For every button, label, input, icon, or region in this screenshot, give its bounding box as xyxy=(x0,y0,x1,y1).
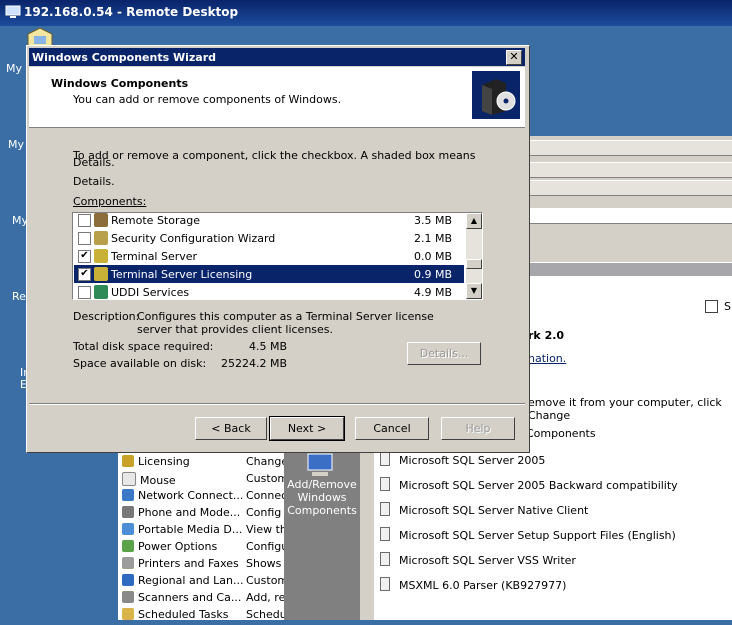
mouse-icon xyxy=(122,472,136,486)
intro-details-fragment: Details. xyxy=(73,156,115,169)
printer-icon xyxy=(122,557,134,569)
list-item[interactable]: Portable Media D... View th xyxy=(122,523,284,540)
desktop-label-recycle-bin[interactable]: Re xyxy=(12,290,26,303)
scroll-up-icon[interactable]: ▲ xyxy=(466,213,482,229)
description-label: Description: xyxy=(73,310,140,323)
list-item[interactable]: Power OptionsConfigu xyxy=(122,540,284,557)
header-subtitle: You can add or remove components of Wind… xyxy=(73,93,342,106)
component-checkbox[interactable] xyxy=(78,214,91,227)
change-remove-hint: emove it from your computer, click Chang… xyxy=(528,396,722,422)
globe-icon xyxy=(122,574,134,586)
space-required-label: Total disk space required: xyxy=(73,340,214,353)
uddi-globe-icon xyxy=(94,285,108,299)
component-row-remote-storage[interactable]: Remote Storage 3.5 MB xyxy=(74,213,464,229)
list-item[interactable]: Mouse Custom xyxy=(122,472,284,489)
remote-desktop-title: 192.168.0.54 - Remote Desktop xyxy=(24,5,239,19)
list-item[interactable]: Printers and Faxes Shows xyxy=(122,557,284,574)
next-button[interactable]: Next > xyxy=(269,416,345,441)
phone-icon xyxy=(122,506,134,518)
component-checkbox[interactable] xyxy=(78,232,91,245)
menu-strip xyxy=(528,140,732,156)
windows-components-heading: Components xyxy=(526,427,596,440)
remote-desktop-titlebar[interactable]: 192.168.0.54 - Remote Desktop xyxy=(0,0,732,26)
security-wizard-icon xyxy=(94,231,108,245)
details-line: Details. xyxy=(73,175,115,188)
wizard-title: Windows Components Wizard xyxy=(32,51,217,64)
component-checkbox[interactable]: ✔ xyxy=(78,250,91,263)
add-remove-windows-components-button[interactable]: Add/Remove Windows Components xyxy=(286,478,358,517)
close-button[interactable]: ✕ xyxy=(506,50,522,65)
components-list[interactable]: Remote Storage 3.5 MB Security Configura… xyxy=(72,212,483,300)
list-item[interactable]: Regional and Lan... Custom xyxy=(122,574,284,591)
program-icon xyxy=(380,477,390,491)
desktop-label-my-computer[interactable]: My xyxy=(8,138,24,151)
terminal-server-licensing-icon xyxy=(94,267,108,281)
remote-desktop-icon xyxy=(5,5,21,18)
list-item[interactable]: Microsoft SQL Server Native Client xyxy=(380,502,588,517)
program-icon xyxy=(380,552,390,566)
list-item[interactable]: Phone and Mode... Config xyxy=(122,506,284,523)
software-box-icon xyxy=(472,71,520,119)
component-checkbox[interactable] xyxy=(78,286,91,299)
add-remove-sidebar: Add/Remove Windows Components xyxy=(284,450,360,620)
support-info-link[interactable]: nation. xyxy=(528,352,566,365)
licensing-icon xyxy=(122,455,134,467)
component-row-terminal-server-licensing[interactable]: ✔ Terminal Server Licensing 0.9 MB xyxy=(74,265,464,283)
scanner-icon xyxy=(122,591,134,603)
scroll-down-icon[interactable]: ▼ xyxy=(466,283,482,299)
show-updates-checkbox[interactable] xyxy=(705,300,718,313)
back-button[interactable]: < Back xyxy=(195,417,267,440)
space-available-label: Space available on disk: xyxy=(73,357,207,370)
remote-storage-icon xyxy=(94,213,108,227)
program-icon xyxy=(380,577,390,591)
list-item[interactable]: Scanners and Ca... Add, re xyxy=(122,591,284,608)
scheduled-tasks-icon xyxy=(122,608,134,620)
description-text: Configures this computer as a Terminal S… xyxy=(137,310,434,336)
header-title: Windows Components xyxy=(51,77,189,90)
wizard-titlebar[interactable]: Windows Components Wizard ✕ xyxy=(29,48,525,66)
component-checkbox[interactable]: ✔ xyxy=(78,268,91,281)
network-icon xyxy=(122,489,134,501)
list-item[interactable]: Microsoft SQL Server 2005 Backward compa… xyxy=(380,477,678,492)
details-button[interactable]: Details... xyxy=(407,342,481,365)
control-panel-list: Licensing Change Mouse Custom Network Conn… xyxy=(118,450,284,621)
intro-text: To add or remove a component, click the … xyxy=(73,149,476,162)
program-icon xyxy=(380,527,390,541)
wizard-header: Windows Components You can add or remove… xyxy=(29,67,525,128)
toolbar-strip xyxy=(528,162,732,178)
component-row-terminal-server[interactable]: ✔ Terminal Server 0.0 MB xyxy=(74,247,464,265)
space-available-value: 25224.2 MB xyxy=(220,357,287,370)
program-icon xyxy=(380,452,390,466)
address-strip xyxy=(528,180,732,196)
component-row-uddi-services[interactable]: UDDI Services 4.9 MB xyxy=(74,283,464,299)
windows-components-wizard: Windows Components Wizard ✕ Windows Comp… xyxy=(26,45,530,453)
button-separator xyxy=(29,403,525,405)
list-item[interactable]: Network Connect... Connec xyxy=(122,489,284,506)
scroll-thumb[interactable] xyxy=(466,259,482,269)
program-name-fragment: rk 2.0 xyxy=(528,329,565,342)
list-item[interactable]: Microsoft SQL Server VSS Writer xyxy=(380,552,576,567)
program-list: Components Microsoft SQL Server 2005 Mic… xyxy=(374,426,732,620)
component-row-security-configuration-wizard[interactable]: Security Configuration Wizard 2.1 MB xyxy=(74,229,464,247)
components-label: Components: xyxy=(73,195,147,208)
power-icon xyxy=(122,540,134,552)
show-updates-label: S xyxy=(724,300,731,313)
list-item[interactable]: Licensing Change xyxy=(122,455,284,472)
space-required-value: 4.5 MB xyxy=(248,340,287,353)
cancel-button[interactable]: Cancel xyxy=(355,417,429,440)
terminal-server-icon xyxy=(94,249,108,263)
components-scrollbar[interactable]: ▲ ▼ xyxy=(466,213,482,299)
address-bar[interactable] xyxy=(528,208,732,224)
list-item[interactable]: Scheduled Tasks Schedu xyxy=(122,608,284,625)
list-item[interactable]: MSXML 6.0 Parser (KB927977) xyxy=(380,577,566,592)
media-device-icon xyxy=(122,523,134,535)
windows-components-icon[interactable] xyxy=(306,452,334,478)
list-item[interactable]: Microsoft SQL Server 2005 xyxy=(380,452,545,467)
help-button[interactable]: Help xyxy=(441,417,515,440)
program-icon xyxy=(380,502,390,516)
list-item[interactable]: Microsoft SQL Server Setup Support Files… xyxy=(380,527,676,542)
